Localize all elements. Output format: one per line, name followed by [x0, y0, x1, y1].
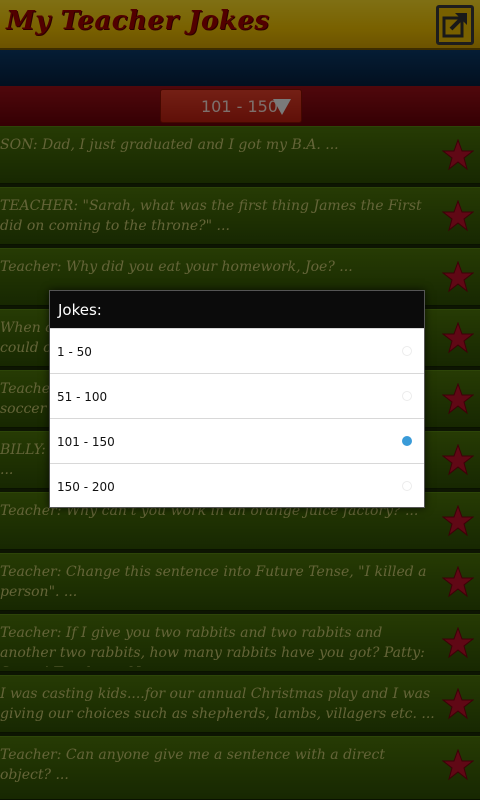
jokes-range-dialog: Jokes: 1 - 50 51 - 100 101 - 150 150 - 2…: [49, 290, 425, 508]
dialog-title: Jokes:: [50, 291, 424, 328]
option-101-150[interactable]: 101 - 150: [50, 418, 424, 463]
radio-unchecked-icon[interactable]: [402, 391, 412, 401]
option-1-50[interactable]: 1 - 50: [50, 328, 424, 373]
radio-unchecked-icon[interactable]: [402, 481, 412, 491]
option-label: 1 - 50: [57, 345, 92, 359]
option-label: 150 - 200: [57, 480, 115, 494]
radio-unchecked-icon[interactable]: [402, 346, 412, 356]
option-150-200[interactable]: 150 - 200: [50, 463, 424, 508]
option-label: 51 - 100: [57, 390, 108, 404]
radio-checked-icon[interactable]: [402, 436, 412, 446]
option-label: 101 - 150: [57, 435, 115, 449]
option-51-100[interactable]: 51 - 100: [50, 373, 424, 418]
